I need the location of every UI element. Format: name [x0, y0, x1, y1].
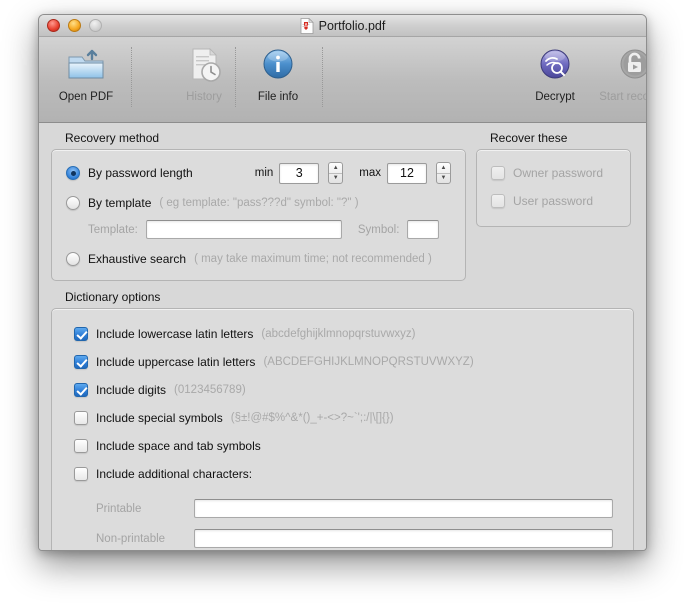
title-bar[interactable]: A Portfolio.pdf	[39, 15, 646, 37]
option-label: By template	[88, 196, 152, 210]
stepper-down-icon[interactable]: ▼	[437, 174, 450, 184]
toolbar-button-start-recovery: Start recovery	[592, 43, 647, 103]
decrypt-eye-icon	[540, 49, 570, 79]
checkbox-label: Include space and tab symbols	[96, 439, 261, 453]
toolbar-button-decrypt[interactable]: Decrypt	[512, 43, 598, 103]
checkbox-owner-password-box	[491, 166, 505, 180]
checkbox-space-tab-box[interactable]	[74, 439, 88, 453]
toolbar-label: Start recovery	[599, 91, 647, 103]
max-length-stepper[interactable]: ▲ ▼	[436, 162, 451, 184]
printable-field-row: Printable	[74, 499, 613, 518]
printable-label: Printable	[96, 502, 142, 515]
toolbar-separator	[322, 47, 323, 107]
stepper-up-icon[interactable]: ▲	[329, 163, 343, 174]
template-hint: ( eg template: "pass???d" symbol: "?" )	[159, 197, 359, 209]
option-by-password-length[interactable]: By password length min 3 ▲ ▼ max 12 ▲ ▼	[66, 162, 451, 184]
checkbox-label: Include additional characters:	[96, 467, 253, 481]
toolbar-button-open-pdf[interactable]: Open PDF	[43, 43, 129, 103]
checkbox-uppercase-letters[interactable]: Include uppercase latin letters (ABCDEFG…	[74, 355, 613, 369]
checkbox-lowercase-letters[interactable]: Include lowercase latin letters (abcdefg…	[74, 327, 613, 341]
toolbar-separator	[131, 47, 132, 107]
max-label: max	[359, 167, 381, 179]
recover-these-section: Recover these Owner password User passwo…	[476, 129, 631, 227]
charset-hint: (0123456789)	[174, 384, 246, 396]
radio-by-password-length[interactable]	[66, 166, 80, 180]
nonprintable-input[interactable]	[194, 529, 613, 548]
template-field-row: Template: Symbol:	[66, 220, 451, 239]
checkbox-owner-password: Owner password	[491, 166, 616, 180]
checkbox-digits[interactable]: Include digits (0123456789)	[74, 383, 613, 397]
recover-these-title: Recover these	[490, 131, 568, 145]
exhaustive-hint: ( may take maximum time; not recommended…	[194, 253, 432, 265]
min-length-input[interactable]: 3	[279, 162, 320, 184]
template-input[interactable]	[145, 220, 342, 239]
history-clock-icon	[192, 48, 221, 82]
option-label: By password length	[88, 166, 193, 180]
dictionary-options-title: Dictionary options	[65, 290, 161, 304]
radio-by-template[interactable]	[66, 196, 80, 210]
window-title: Portfolio.pdf	[318, 19, 386, 33]
charset-hint: (§±!@#$%^&*()_+-<>?~`';:/|\[]{})	[230, 412, 394, 424]
toolbar-label: Open PDF	[58, 91, 114, 103]
checkbox-label: Include uppercase latin letters	[96, 355, 256, 369]
checkbox-label: Owner password	[513, 166, 604, 180]
option-by-template[interactable]: By template ( eg template: "pass???d" sy…	[66, 196, 451, 210]
window-title-group: A Portfolio.pdf	[39, 15, 646, 37]
open-folder-icon	[68, 49, 104, 79]
printable-input[interactable]	[194, 499, 613, 518]
nonprintable-field-row: Non-printable	[74, 529, 613, 548]
symbol-label: Symbol:	[357, 223, 400, 236]
max-length-input[interactable]: 12	[387, 162, 427, 184]
checkbox-additional-characters-box[interactable]	[74, 467, 88, 481]
stepper-down-icon[interactable]: ▼	[329, 174, 342, 184]
checkbox-digits-box[interactable]	[74, 383, 88, 397]
option-label: Exhaustive search	[88, 252, 187, 266]
min-label: min	[254, 167, 274, 179]
checkbox-label: Include lowercase latin letters	[96, 327, 254, 341]
info-icon	[263, 49, 293, 79]
checkbox-user-password: User password	[491, 194, 616, 208]
app-window: A Portfolio.pdf Open PDF History File in…	[38, 14, 647, 551]
min-length-stepper[interactable]: ▲ ▼	[328, 162, 344, 184]
checkbox-special-symbols[interactable]: Include special symbols (§±!@#$%^&*()_+-…	[74, 411, 613, 425]
main-content: Recovery method By password length min 3…	[39, 123, 646, 550]
symbol-input[interactable]	[407, 220, 440, 239]
checkbox-lowercase-box[interactable]	[74, 327, 88, 341]
recovery-method-section: Recovery method By password length min 3…	[51, 129, 466, 281]
charset-hint: (abcdefghijklmnopqrstuvwxyz)	[261, 328, 416, 340]
checkbox-uppercase-box[interactable]	[74, 355, 88, 369]
template-label: Template:	[88, 223, 138, 236]
toolbar-label: Decrypt	[535, 91, 575, 103]
pdf-file-icon: A	[300, 18, 314, 34]
checkbox-additional-characters[interactable]: Include additional characters:	[74, 467, 613, 481]
unlock-play-icon	[620, 49, 646, 79]
dictionary-options-box: Include lowercase latin letters (abcdefg…	[51, 308, 634, 550]
toolbar-label: File info	[257, 91, 299, 103]
checkbox-user-password-box	[491, 194, 505, 208]
recovery-method-title: Recovery method	[65, 131, 160, 145]
recovery-method-box: By password length min 3 ▲ ▼ max 12 ▲ ▼	[51, 149, 466, 281]
dictionary-options-section: Dictionary options Include lowercase lat…	[51, 288, 634, 550]
toolbar-label: History	[186, 91, 222, 103]
charset-hint: (ABCDEFGHIJKLMNOPQRSTUVWXYZ)	[263, 356, 474, 368]
radio-exhaustive-search[interactable]	[66, 252, 80, 266]
nonprintable-label: Non-printable	[96, 532, 166, 545]
checkbox-label: Include digits	[96, 383, 167, 397]
toolbar-button-file-info[interactable]: File info	[235, 43, 321, 103]
recover-these-box: Owner password User password	[476, 149, 631, 227]
checkbox-label: Include special symbols	[96, 411, 223, 425]
checkbox-space-tab[interactable]: Include space and tab symbols	[74, 439, 613, 453]
stepper-up-icon[interactable]: ▲	[437, 163, 450, 174]
checkbox-special-symbols-box[interactable]	[74, 411, 88, 425]
option-exhaustive-search[interactable]: Exhaustive search ( may take maximum tim…	[66, 252, 451, 266]
checkbox-label: User password	[513, 194, 594, 208]
toolbar: Open PDF History File info Decrypt Start…	[39, 37, 646, 123]
